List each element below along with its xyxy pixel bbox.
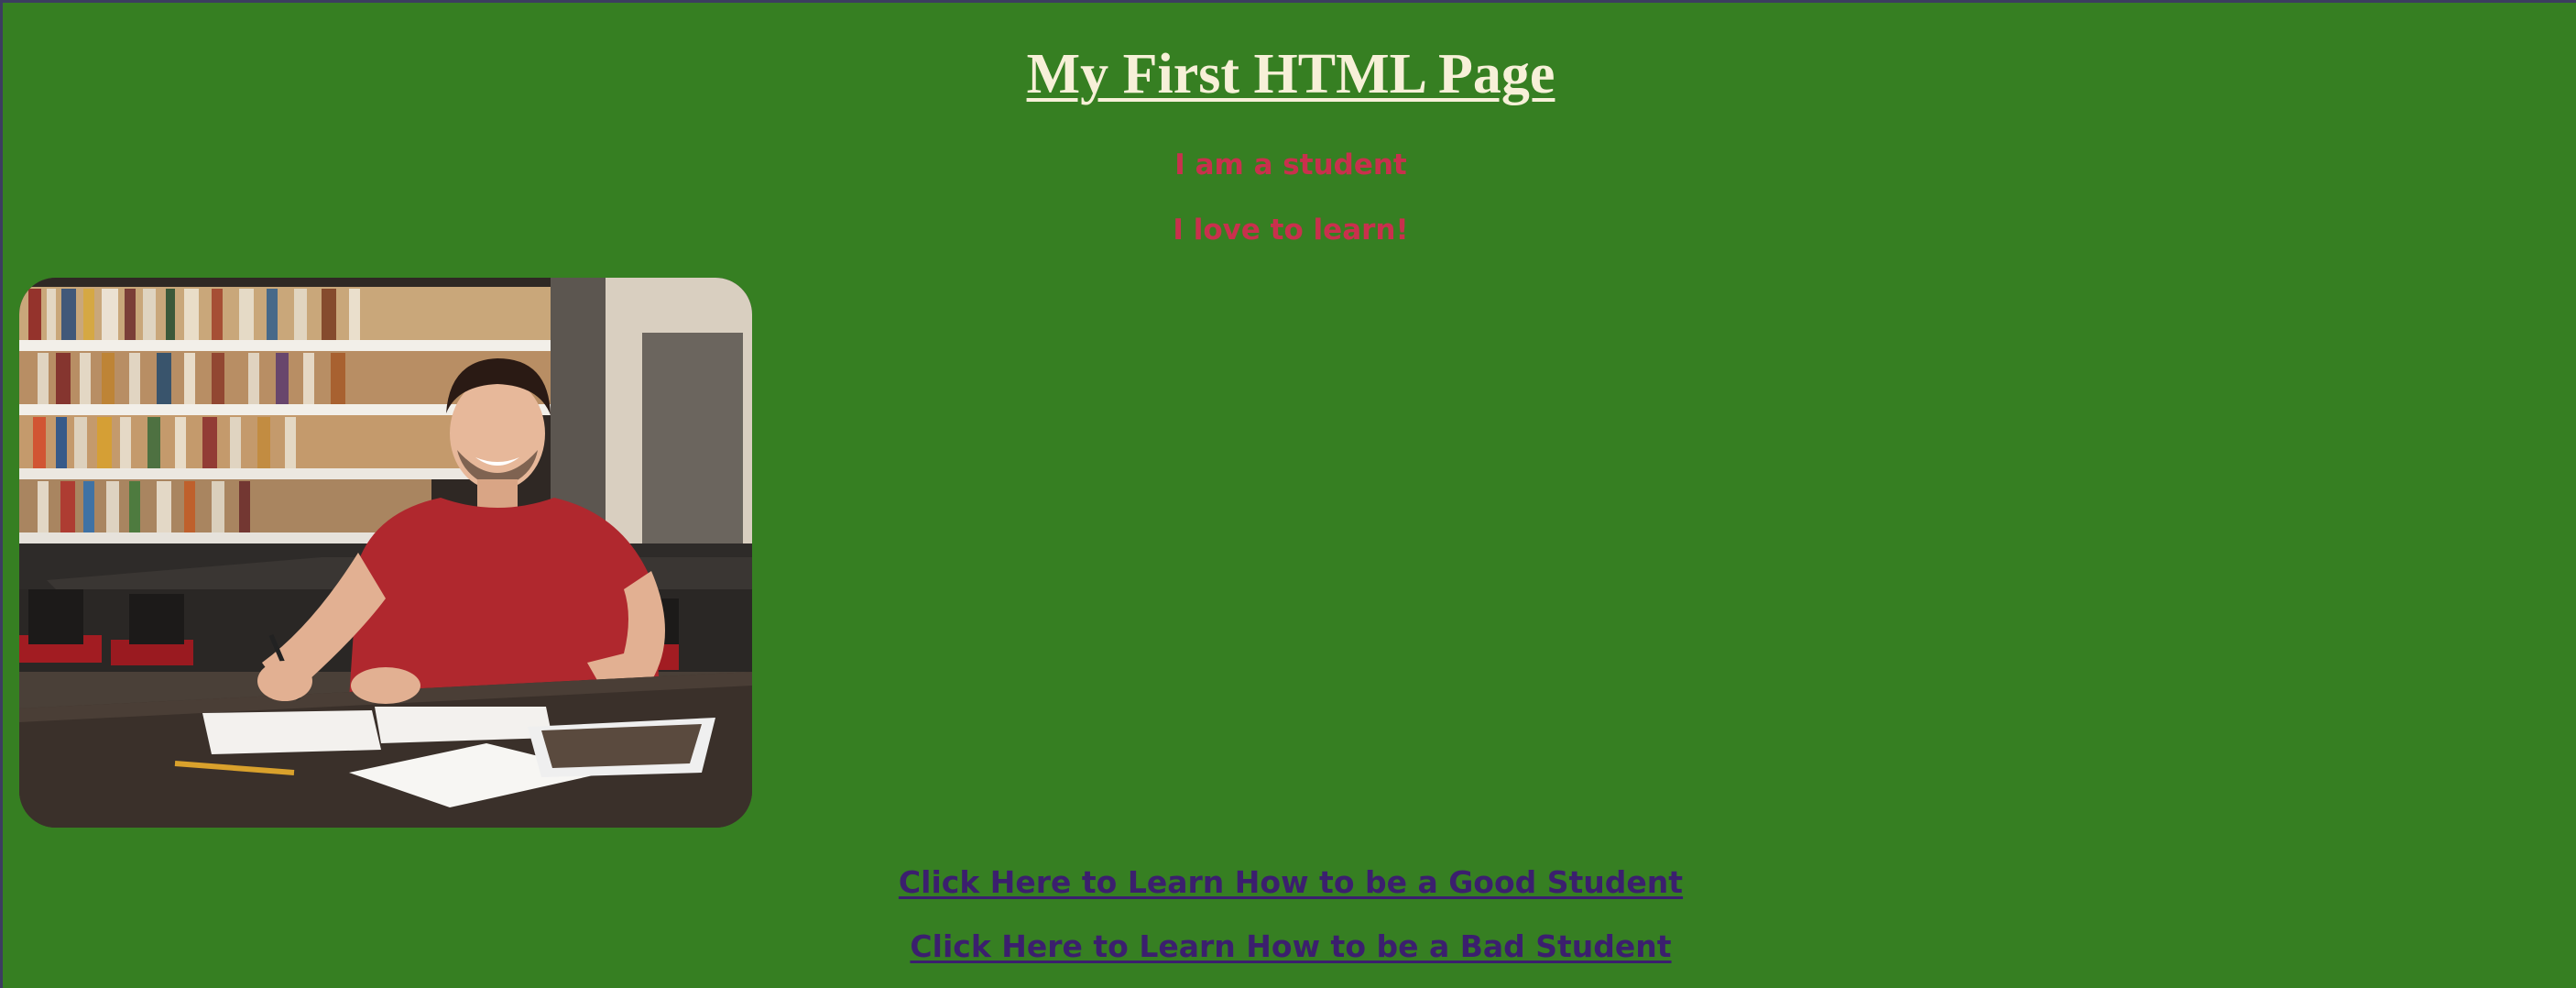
student-photo — [19, 278, 752, 828]
bad-student-link-row: Click Here to Learn How to be a Bad Stud… — [3, 927, 2576, 967]
good-student-link[interactable]: Click Here to Learn How to be a Good Stu… — [899, 864, 1683, 900]
tagline-student: I am a student — [1174, 148, 1407, 181]
tagline-love-to-learn: I love to learn! — [1173, 214, 1409, 247]
page-title: My First HTML Page — [1026, 43, 1555, 105]
bad-student-link[interactable]: Click Here to Learn How to be a Bad Stud… — [910, 928, 1671, 964]
good-student-link-row: Click Here to Learn How to be a Good Stu… — [3, 862, 2576, 903]
